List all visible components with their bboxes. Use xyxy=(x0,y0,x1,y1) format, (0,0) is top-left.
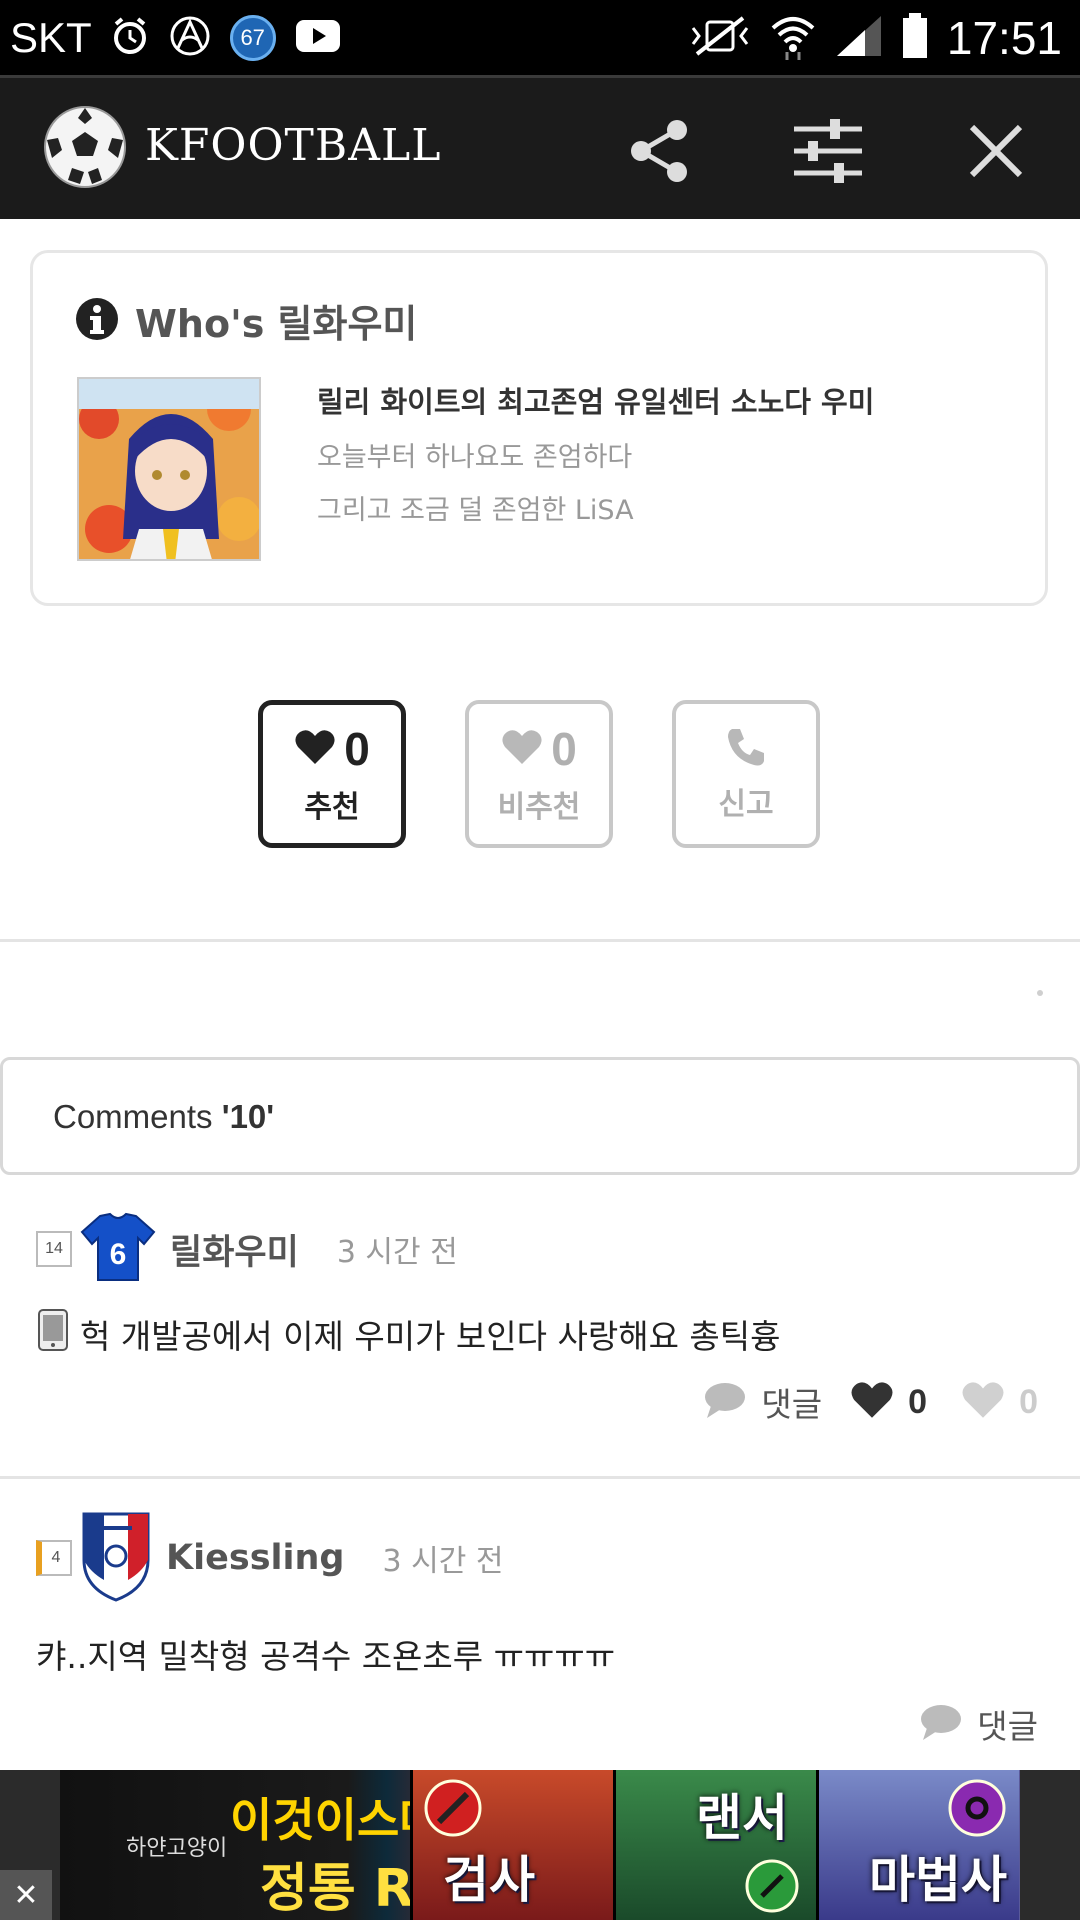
heart-outline-icon xyxy=(501,728,543,770)
ad-image[interactable]: 하얀고양이 이것이스마트폰 정통 RPG 검사 랜서 마법사 xyxy=(60,1770,1020,1920)
carrier-label: SKT xyxy=(10,13,92,61)
author-info-title: Who's 릴화우미 xyxy=(135,302,418,346)
club-crest-icon xyxy=(80,1510,152,1606)
mute-vibrate-icon xyxy=(689,14,751,62)
comment-dislike-count: 0 xyxy=(1019,1382,1038,1421)
ad-tile-mage: 마법사 xyxy=(816,1770,1019,1920)
close-icon[interactable] xyxy=(958,113,1034,189)
author-avatar xyxy=(77,377,261,561)
recommend-top: 0 xyxy=(294,722,370,776)
comment-text: 헉 개발공에서 이제 우미가 보인다 사랑해요 총틱흉 xyxy=(80,1317,781,1356)
author-info-card: Who's 릴화우미 릴리 화이트의 최고존엄 유일센터 소노다 우미 오늘부터… xyxy=(30,250,1048,606)
comment-author[interactable]: Kiessling xyxy=(166,1538,345,1578)
notification-count-badge: 67 xyxy=(229,14,276,61)
soccer-ball-icon[interactable] xyxy=(42,104,128,190)
reply-button[interactable]: 댓글 xyxy=(761,1378,822,1426)
svg-text:6: 6 xyxy=(110,1238,127,1271)
scroll-indicator-dot xyxy=(1037,990,1043,996)
status-right: 17:51 xyxy=(689,0,1062,75)
ad-tile-swordsman-label: 검사 xyxy=(443,1851,535,1909)
comment-actions: 댓글 0 0 xyxy=(703,1378,1038,1426)
mobile-device-icon xyxy=(36,1308,70,1360)
ad-close-button[interactable]: ✕ xyxy=(0,1870,52,1920)
comment-author[interactable]: 릴화우미 xyxy=(170,1224,299,1275)
report-button[interactable]: 신고 xyxy=(672,700,820,848)
battery-icon xyxy=(901,12,929,64)
recommend-button[interactable]: 0 추천 xyxy=(258,700,406,848)
author-info-header: Who's 릴화우미 xyxy=(75,293,417,348)
heart-icon xyxy=(294,728,336,770)
section-divider xyxy=(0,939,1080,942)
settings-sliders-icon[interactable] xyxy=(790,113,866,189)
author-bio-line-1: 릴리 화이트의 최고존엄 유일센터 소노다 우미 xyxy=(317,385,875,419)
report-label: 신고 xyxy=(718,787,774,822)
app-bar: KFOOTBALL xyxy=(0,75,1080,219)
recommend-label: 추천 xyxy=(304,790,360,825)
comment-meta: 14 6 릴화우미 3 시간 전 xyxy=(36,1212,458,1286)
not-recommend-count: 0 xyxy=(551,723,577,775)
app-notification-icon xyxy=(168,14,212,62)
heart-outline-icon[interactable] xyxy=(961,1380,1005,1424)
heart-icon[interactable] xyxy=(850,1380,894,1424)
status-left: SKT 67 xyxy=(10,0,342,75)
level-badge: 4 xyxy=(36,1540,72,1576)
not-recommend-top: 0 xyxy=(501,722,577,776)
wifi-icon xyxy=(769,12,817,64)
comment-actions: 댓글 xyxy=(919,1700,1038,1748)
comment-text: 캬..지역 밀착형 공격수 조욘초루 ㅠㅠㅠㅠ xyxy=(36,1637,616,1676)
comment-meta: 4 Kiessling 3 시간 전 xyxy=(36,1510,503,1606)
clock: 17:51 xyxy=(946,11,1062,64)
not-recommend-button[interactable]: 0 비추천 xyxy=(465,700,613,848)
ad-game-logo: 하얀고양이 xyxy=(126,1836,228,1861)
info-icon xyxy=(75,297,119,345)
speech-bubble-icon[interactable] xyxy=(703,1380,747,1424)
jersey-avatar-icon: 6 xyxy=(80,1212,156,1286)
level-badge: 14 xyxy=(36,1231,72,1267)
alarm-icon xyxy=(110,16,150,60)
reply-button[interactable]: 댓글 xyxy=(977,1700,1038,1748)
speech-bubble-icon[interactable] xyxy=(919,1702,963,1746)
comment-like-count: 0 xyxy=(908,1382,928,1421)
author-bio-line-3: 그리고 조금 덜 존엄한 LiSA xyxy=(317,495,634,526)
signal-icon xyxy=(835,14,883,62)
phone-icon xyxy=(724,725,768,773)
comment-body: 헉 개발공에서 이제 우미가 보인다 사랑해요 총틱흉 xyxy=(36,1308,781,1360)
not-recommend-label: 비추천 xyxy=(497,790,581,825)
youtube-icon xyxy=(294,18,342,58)
comments-title: Comments '10' xyxy=(53,1098,274,1136)
comment-body: 캬..지역 밀착형 공격수 조욘초루 ㅠㅠㅠㅠ xyxy=(36,1630,615,1678)
ad-tile-lancer: 랜서 xyxy=(613,1770,816,1920)
ad-banner[interactable]: 하얀고양이 이것이스마트폰 정통 RPG 검사 랜서 마법사 xyxy=(0,1770,1080,1920)
author-bio: 릴리 화이트의 최고존엄 유일센터 소노다 우미 오늘부터 하나요도 존엄하다 … xyxy=(317,379,874,541)
app-title: KFOOTBALL xyxy=(145,120,442,171)
comments-label: Comments xyxy=(53,1098,222,1135)
comments-header: Comments '10' xyxy=(0,1057,1080,1175)
ad-tile-swordsman: 검사 xyxy=(410,1770,613,1920)
comment-time: 3 시간 전 xyxy=(336,1235,458,1270)
comment-time: 3 시간 전 xyxy=(382,1544,504,1579)
recommend-count: 0 xyxy=(344,723,370,775)
comments-count: '10' xyxy=(221,1098,275,1135)
author-bio-line-2: 오늘부터 하나요도 존엄하다 xyxy=(317,442,633,473)
status-bar: SKT 67 17:51 xyxy=(0,0,1080,75)
ad-tile-lancer-label: 랜서 xyxy=(696,1789,788,1847)
share-icon[interactable] xyxy=(622,113,698,189)
ad-tile-mage-label: 마법사 xyxy=(869,1851,1007,1909)
comment-divider xyxy=(0,1476,1080,1479)
